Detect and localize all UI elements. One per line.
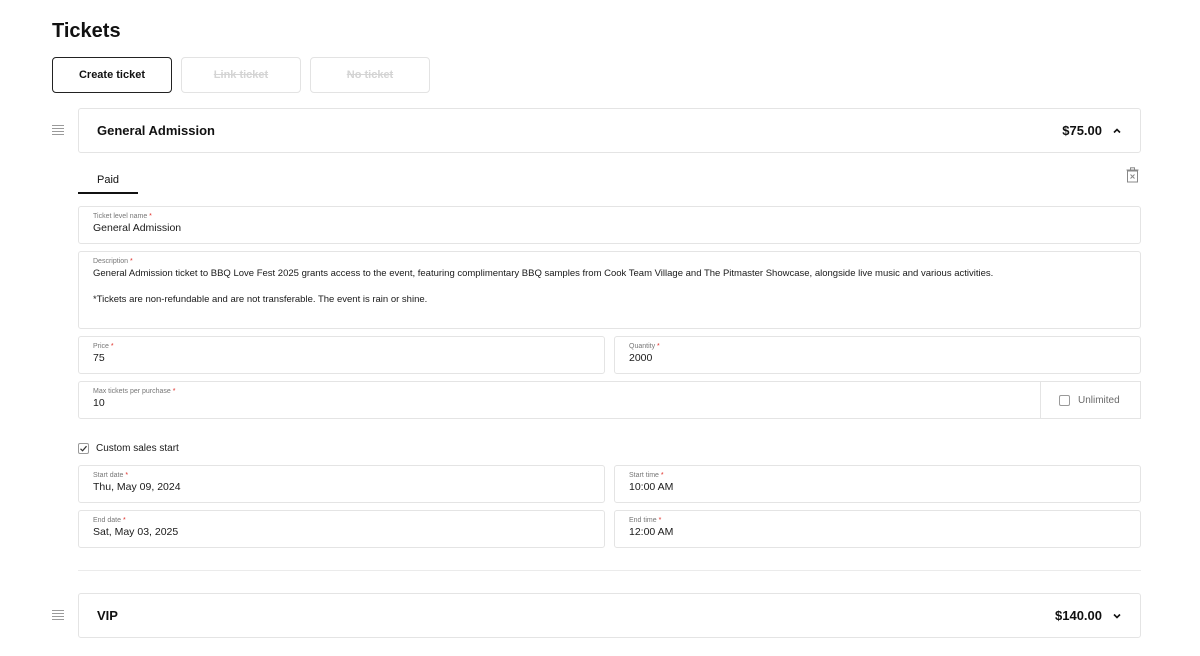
start-time-field[interactable]: Start time * 10:00 AM (614, 465, 1141, 503)
chevron-up-icon[interactable] (1112, 126, 1122, 136)
field-label: Description * (93, 258, 133, 265)
description-field[interactable]: Description * General Admission ticket t… (78, 251, 1141, 329)
field-value: 12:00 AM (629, 526, 674, 538)
ticket-summary: $75.00 (1062, 123, 1122, 138)
description-line: General Admission ticket to BBQ Love Fes… (93, 268, 994, 279)
field-label: Ticket level name * (93, 213, 152, 220)
field-value: 75 (93, 352, 105, 364)
unlimited-toggle[interactable]: Unlimited (1040, 381, 1141, 419)
field-label: Start time * (629, 472, 664, 479)
max-tickets-field[interactable]: Max tickets per purchase * 10 (78, 381, 1041, 419)
create-ticket-button[interactable]: Create ticket (52, 57, 172, 93)
ticket-price: $75.00 (1062, 123, 1102, 138)
field-value: General Admission (93, 222, 182, 234)
ticket-price: $140.00 (1055, 608, 1102, 623)
section-divider (78, 570, 1141, 571)
field-label: Start date * (93, 472, 129, 479)
ticket-header-general-admission[interactable]: General Admission $75.00 (78, 108, 1141, 153)
link-ticket-button[interactable]: Link ticket (181, 57, 301, 93)
field-label: Max tickets per purchase * (93, 388, 176, 395)
drag-handle-icon[interactable] (52, 610, 64, 622)
field-value: 2000 (629, 352, 653, 364)
ticket-level-name-field[interactable]: Ticket level name * General Admission (78, 206, 1141, 244)
field-value: Sat, May 03, 2025 (93, 526, 179, 538)
end-date-field[interactable]: End date * Sat, May 03, 2025 (78, 510, 605, 548)
field-label: Quantity * (629, 343, 660, 350)
ticket-name: General Admission (97, 123, 215, 138)
chevron-down-icon[interactable] (1112, 611, 1122, 621)
custom-sales-label: Custom sales start (96, 443, 179, 454)
field-label: End date * (93, 517, 126, 524)
ticket-header-vip[interactable]: VIP $140.00 (78, 593, 1141, 638)
no-ticket-button[interactable]: No ticket (310, 57, 430, 93)
custom-sales-checkbox[interactable] (78, 443, 89, 454)
quantity-field[interactable]: Quantity * 2000 (614, 336, 1141, 374)
price-field[interactable]: Price * 75 (78, 336, 605, 374)
tab-paid[interactable]: Paid (78, 168, 138, 194)
check-icon (80, 445, 87, 452)
unlimited-label: Unlimited (1078, 394, 1120, 406)
drag-handle-icon[interactable] (52, 125, 64, 137)
trash-icon[interactable] (1126, 167, 1139, 183)
field-label: End time * (629, 517, 662, 524)
unlimited-checkbox[interactable] (1059, 394, 1070, 406)
field-value: Thu, May 09, 2024 (93, 481, 181, 493)
end-time-field[interactable]: End time * 12:00 AM (614, 510, 1141, 548)
custom-sales-start-toggle[interactable]: Custom sales start (78, 443, 179, 454)
page-title: Tickets (52, 20, 121, 42)
field-value: 10:00 AM (629, 481, 674, 493)
field-label: Price * (93, 343, 114, 350)
start-date-field[interactable]: Start date * Thu, May 09, 2024 (78, 465, 605, 503)
ticket-name: VIP (97, 608, 118, 623)
description-line: *Tickets are non-refundable and are not … (93, 294, 428, 305)
field-value: 10 (93, 397, 105, 409)
ticket-summary: $140.00 (1055, 608, 1122, 623)
